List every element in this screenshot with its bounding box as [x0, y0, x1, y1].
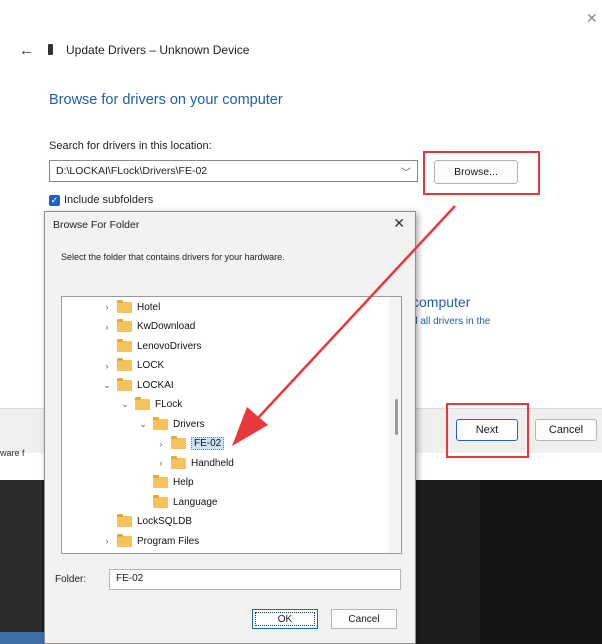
tree-item[interactable]: ›Program Files (x86)	[102, 553, 225, 554]
dialog-instruction: Select the folder that contains drivers …	[61, 252, 285, 262]
ok-button[interactable]: OK	[252, 609, 318, 629]
page-heading: Browse for drivers on your computer	[49, 92, 283, 108]
collapsed-chevron-icon[interactable]: ›	[156, 439, 166, 449]
collapsed-chevron-icon[interactable]: ›	[156, 458, 166, 468]
folder-icon	[117, 358, 132, 371]
include-subfolders-checkbox[interactable]: ✓	[49, 195, 60, 206]
folder-tree[interactable]: › Hotel › KwDownload LenovoDrivers › LOCK ⌄ LOCK…	[61, 296, 402, 554]
tree-item[interactable]: ⌄ Drivers	[138, 416, 205, 432]
background-taskbar-strip	[0, 632, 50, 644]
expanded-chevron-icon[interactable]: ⌄	[138, 419, 148, 430]
folder-icon	[171, 455, 186, 469]
folder-icon	[171, 436, 186, 449]
tree-item-label: KwDownload	[137, 321, 196, 332]
cancel-button[interactable]: Cancel	[535, 419, 597, 441]
tree-item-label: FE-02	[191, 437, 225, 450]
dialog-cancel-button[interactable]: Cancel	[331, 609, 397, 629]
back-arrow-icon[interactable]: ←	[19, 42, 34, 59]
tree-item-label: LenovoDrivers	[137, 340, 202, 352]
folder-icon	[153, 416, 168, 430]
driver-path-combobox[interactable]: D:\LOCKAI\FLock\Drivers\FE-02 ﹀	[49, 160, 418, 182]
browse-for-folder-dialog: Browse For Folder ✕ Select the folder th…	[44, 211, 416, 644]
tree-item-label: Hotel	[137, 301, 161, 313]
folder-icon	[117, 299, 132, 313]
dialog-close-icon[interactable]: ✕	[393, 215, 405, 232]
tree-item-label: Handheld	[191, 457, 234, 469]
search-location-label: Search for drivers in this location:	[49, 140, 212, 152]
tree-item[interactable]: › FE-02	[156, 436, 225, 452]
include-subfolders-label: Include subfolders	[64, 194, 154, 206]
folder-icon	[153, 475, 168, 488]
expanded-chevron-icon[interactable]: ⌄	[120, 399, 130, 410]
tree-item-label: LockSQLDB	[137, 516, 193, 527]
tree-item-label: Help	[173, 477, 194, 488]
device-icon	[48, 44, 53, 55]
folder-icon	[117, 338, 132, 352]
collapsed-chevron-icon[interactable]: ›	[102, 302, 112, 312]
tree-scrollbar-thumb[interactable]	[395, 399, 398, 435]
folder-field-label: Folder:	[55, 574, 87, 585]
folder-icon	[135, 397, 150, 410]
tree-scrollbar[interactable]	[389, 297, 401, 553]
pick-driver-description: d all drivers in the	[412, 316, 491, 327]
dialog-title: Browse For Folder	[53, 219, 140, 231]
footer-text-fragment: ware f	[0, 448, 25, 458]
tree-item[interactable]: Help	[138, 475, 194, 491]
pick-driver-link[interactable]: computer	[412, 294, 470, 310]
tree-item-label: Language	[173, 496, 218, 508]
tree-item[interactable]: ⌄ LOCKAI	[102, 377, 174, 393]
folder-icon	[153, 494, 168, 508]
driver-path-value: D:\LOCKAI\FLock\Drivers\FE-02	[56, 165, 208, 177]
background-panel-left	[0, 480, 42, 644]
tree-item[interactable]: › Hotel	[102, 299, 160, 315]
folder-icon	[117, 533, 132, 547]
tree-item[interactable]: ⌄ FLock	[120, 397, 182, 413]
tree-item[interactable]: › Program Files	[102, 533, 199, 549]
folder-icon	[117, 377, 132, 391]
collapsed-chevron-icon[interactable]: ›	[102, 361, 112, 371]
chevron-down-icon[interactable]: ﹀	[401, 164, 411, 179]
folder-field[interactable]: FE-02	[109, 569, 401, 590]
tree-item[interactable]: › Handheld	[156, 455, 234, 471]
collapsed-chevron-icon[interactable]: ›	[102, 536, 112, 546]
tree-item-label: Drivers	[173, 418, 205, 430]
tree-item-label: Program Files	[137, 535, 200, 547]
next-highlight-box	[446, 403, 529, 458]
tree-item[interactable]: Language	[138, 494, 218, 510]
tree-item[interactable]: › KwDownload	[102, 319, 195, 335]
folder-icon	[117, 319, 132, 332]
window-title: Update Drivers – Unknown Device	[66, 43, 250, 57]
tree-item-label: LOCK	[137, 360, 165, 371]
tree-item-label: FLock	[155, 399, 183, 410]
tree-item[interactable]: › LOCK	[102, 358, 164, 374]
folder-icon	[117, 514, 132, 527]
tree-item[interactable]: LockSQLDB	[102, 514, 192, 530]
browse-highlight-box	[423, 151, 540, 195]
close-icon[interactable]: ✕	[586, 10, 598, 27]
background-panel-right	[480, 480, 602, 644]
tree-item[interactable]: LenovoDrivers	[102, 338, 201, 354]
tree-item-label: LOCKAI	[137, 379, 174, 391]
collapsed-chevron-icon[interactable]: ›	[102, 322, 112, 332]
expanded-chevron-icon[interactable]: ⌄	[102, 380, 112, 391]
